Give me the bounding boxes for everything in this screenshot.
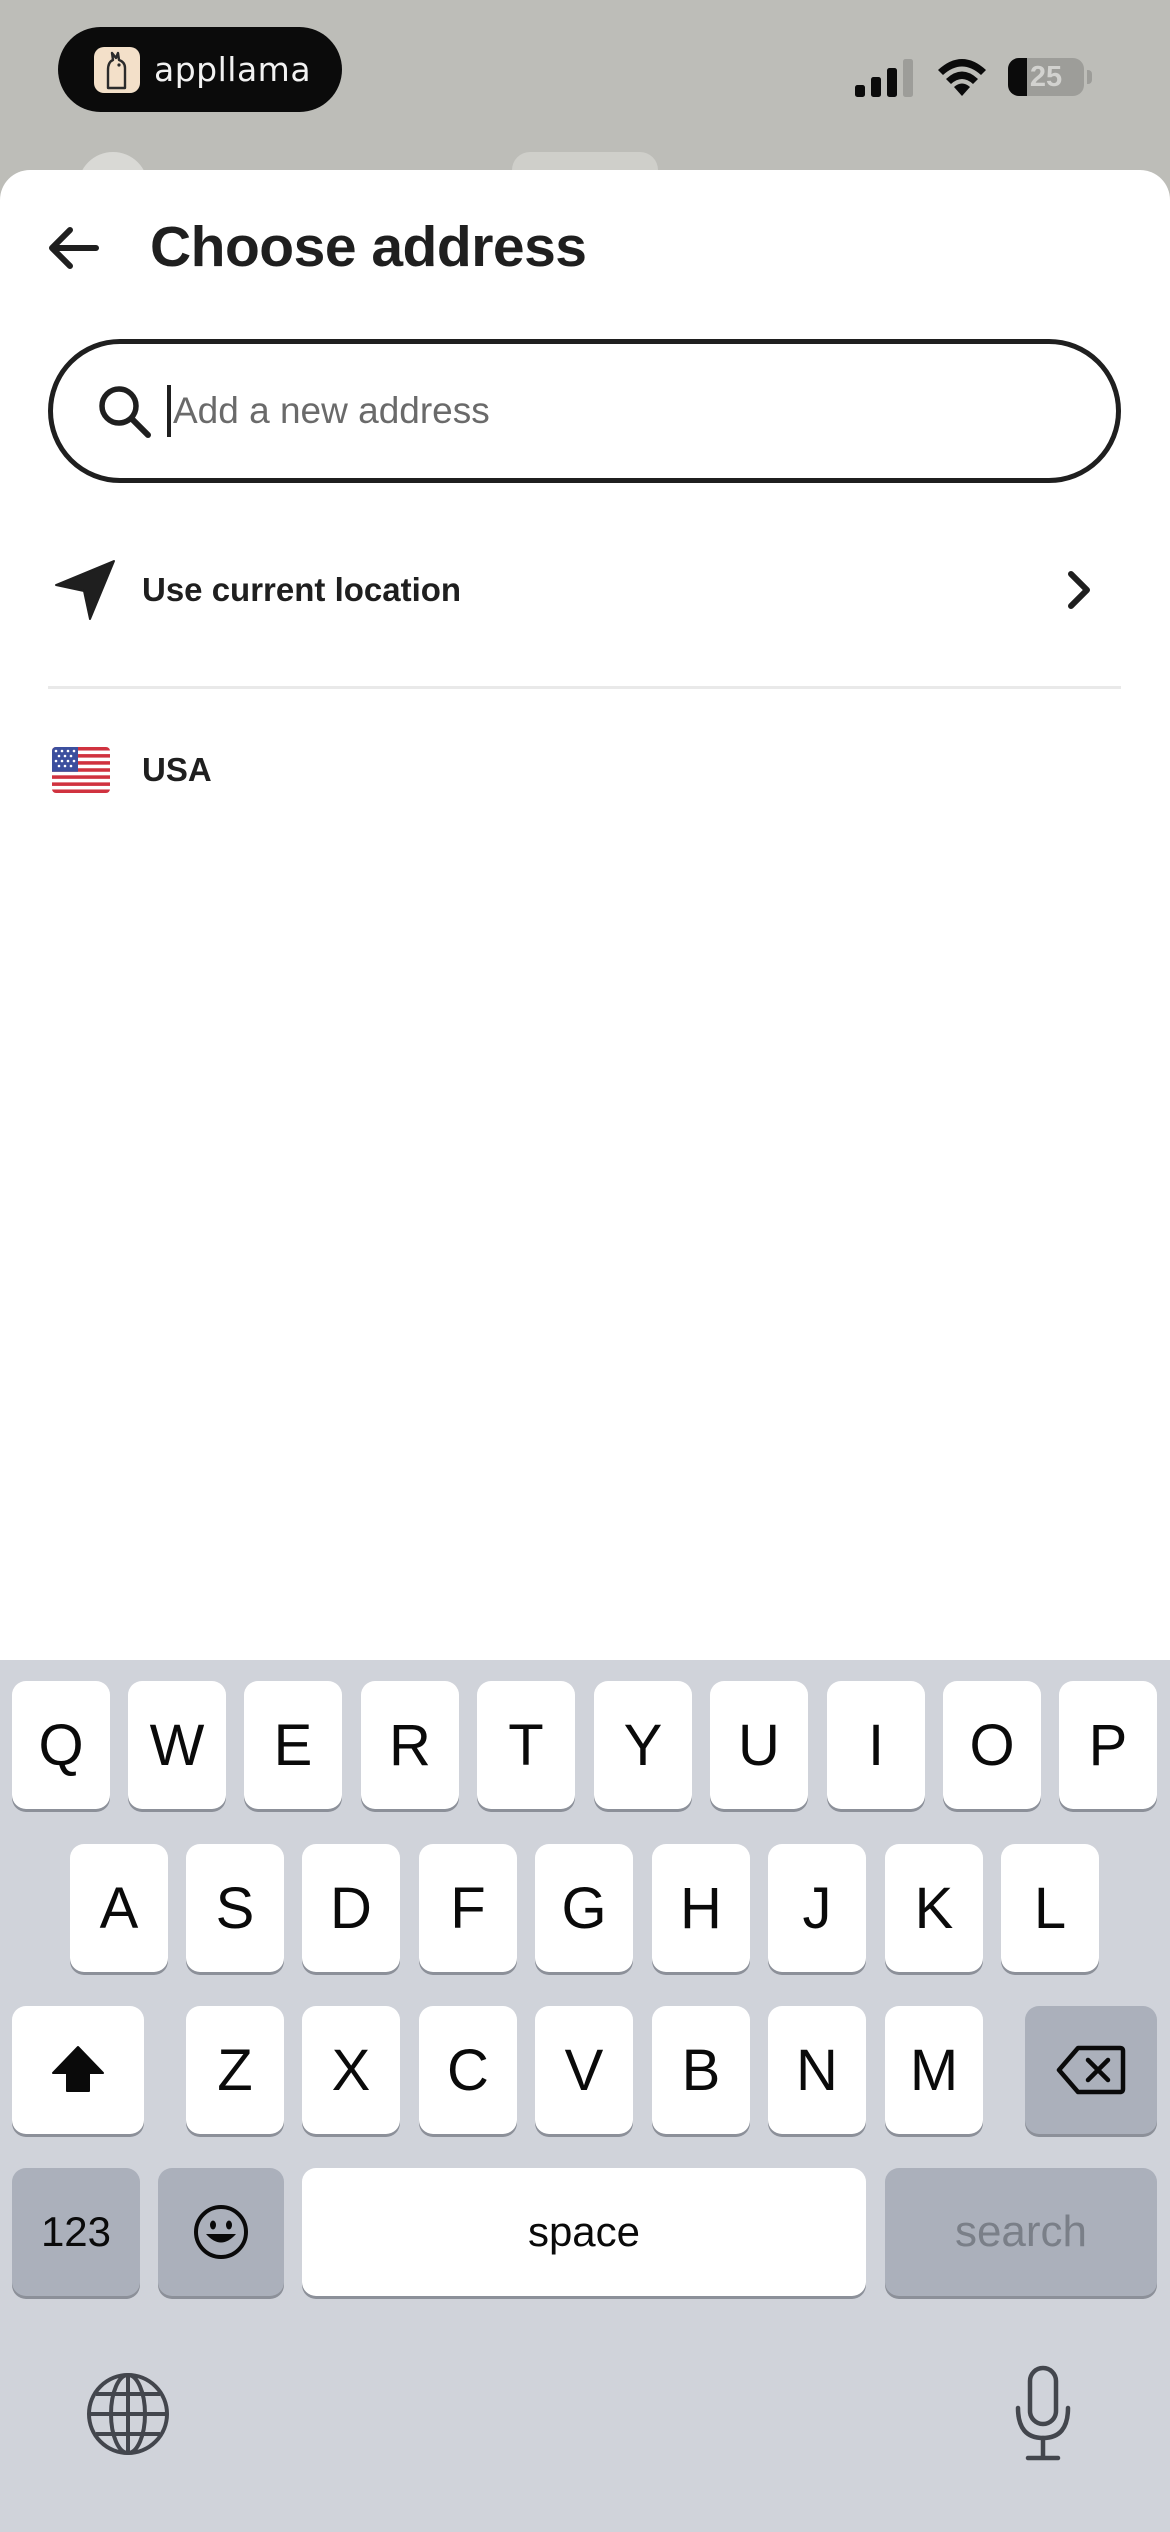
choose-address-sheet: Choose address Use current location	[0, 170, 1170, 1660]
address-search-input[interactable]	[173, 390, 993, 432]
key-m[interactable]: M	[885, 2006, 983, 2134]
emoji-key[interactable]	[158, 2168, 284, 2296]
shift-key[interactable]	[12, 2006, 144, 2134]
text-cursor	[167, 385, 171, 437]
page-title: Choose address	[150, 215, 587, 279]
divider	[48, 686, 1121, 689]
key-a[interactable]: A	[70, 1844, 168, 1972]
arrow-left-icon	[49, 227, 99, 269]
key-v[interactable]: V	[535, 2006, 633, 2134]
address-search-field[interactable]	[48, 339, 1121, 483]
location-arrow-icon	[52, 557, 122, 623]
key-h[interactable]: H	[652, 1844, 750, 1972]
key-s[interactable]: S	[186, 1844, 284, 1972]
country-row-usa[interactable]: USA	[48, 710, 1121, 830]
use-current-location-row[interactable]: Use current location	[48, 530, 1121, 650]
app-badge[interactable]: appllama	[58, 27, 342, 112]
key-f[interactable]: F	[419, 1844, 517, 1972]
globe-icon[interactable]	[84, 2370, 172, 2458]
app-badge-name: appllama	[154, 50, 312, 89]
status-bar: appllama 25	[0, 0, 1170, 212]
key-o[interactable]: O	[943, 1681, 1041, 1809]
numbers-key[interactable]: 123	[12, 2168, 140, 2296]
key-q[interactable]: Q	[12, 1681, 110, 1809]
wifi-icon	[938, 59, 986, 96]
key-k[interactable]: K	[885, 1844, 983, 1972]
battery-level: 25	[1029, 60, 1063, 93]
key-w[interactable]: W	[128, 1681, 226, 1809]
key-b[interactable]: B	[652, 2006, 750, 2134]
key-n[interactable]: N	[768, 2006, 866, 2134]
cellular-signal-icon	[855, 59, 913, 97]
key-d[interactable]: D	[302, 1844, 400, 1972]
microphone-icon[interactable]	[1010, 2364, 1076, 2464]
key-p[interactable]: P	[1059, 1681, 1157, 1809]
llama-logo-icon	[94, 46, 140, 93]
back-button[interactable]	[44, 220, 102, 276]
key-g[interactable]: G	[535, 1844, 633, 1972]
chevron-right-icon	[1068, 571, 1090, 609]
key-l[interactable]: L	[1001, 1844, 1099, 1972]
country-label: USA	[142, 751, 212, 788]
key-i[interactable]: I	[827, 1681, 925, 1809]
key-x[interactable]: X	[302, 2006, 400, 2134]
emoji-icon	[194, 2205, 248, 2259]
key-y[interactable]: Y	[594, 1681, 692, 1809]
key-e[interactable]: E	[244, 1681, 342, 1809]
backspace-key[interactable]	[1025, 2006, 1157, 2134]
space-key[interactable]: space	[302, 2168, 866, 2296]
key-j[interactable]: J	[768, 1844, 866, 1972]
search-key[interactable]: search	[885, 2168, 1157, 2296]
us-flag-icon	[52, 747, 122, 793]
use-current-location-label: Use current location	[142, 571, 462, 608]
battery-tip	[1087, 70, 1092, 84]
backspace-icon	[1056, 2045, 1126, 2095]
search-icon	[99, 386, 151, 438]
key-r[interactable]: R	[361, 1681, 459, 1809]
key-u[interactable]: U	[710, 1681, 808, 1809]
key-t[interactable]: T	[477, 1681, 575, 1809]
key-z[interactable]: Z	[186, 2006, 284, 2134]
shift-icon	[52, 2046, 104, 2092]
battery-icon: 25	[1008, 58, 1084, 96]
key-c[interactable]: C	[419, 2006, 517, 2134]
